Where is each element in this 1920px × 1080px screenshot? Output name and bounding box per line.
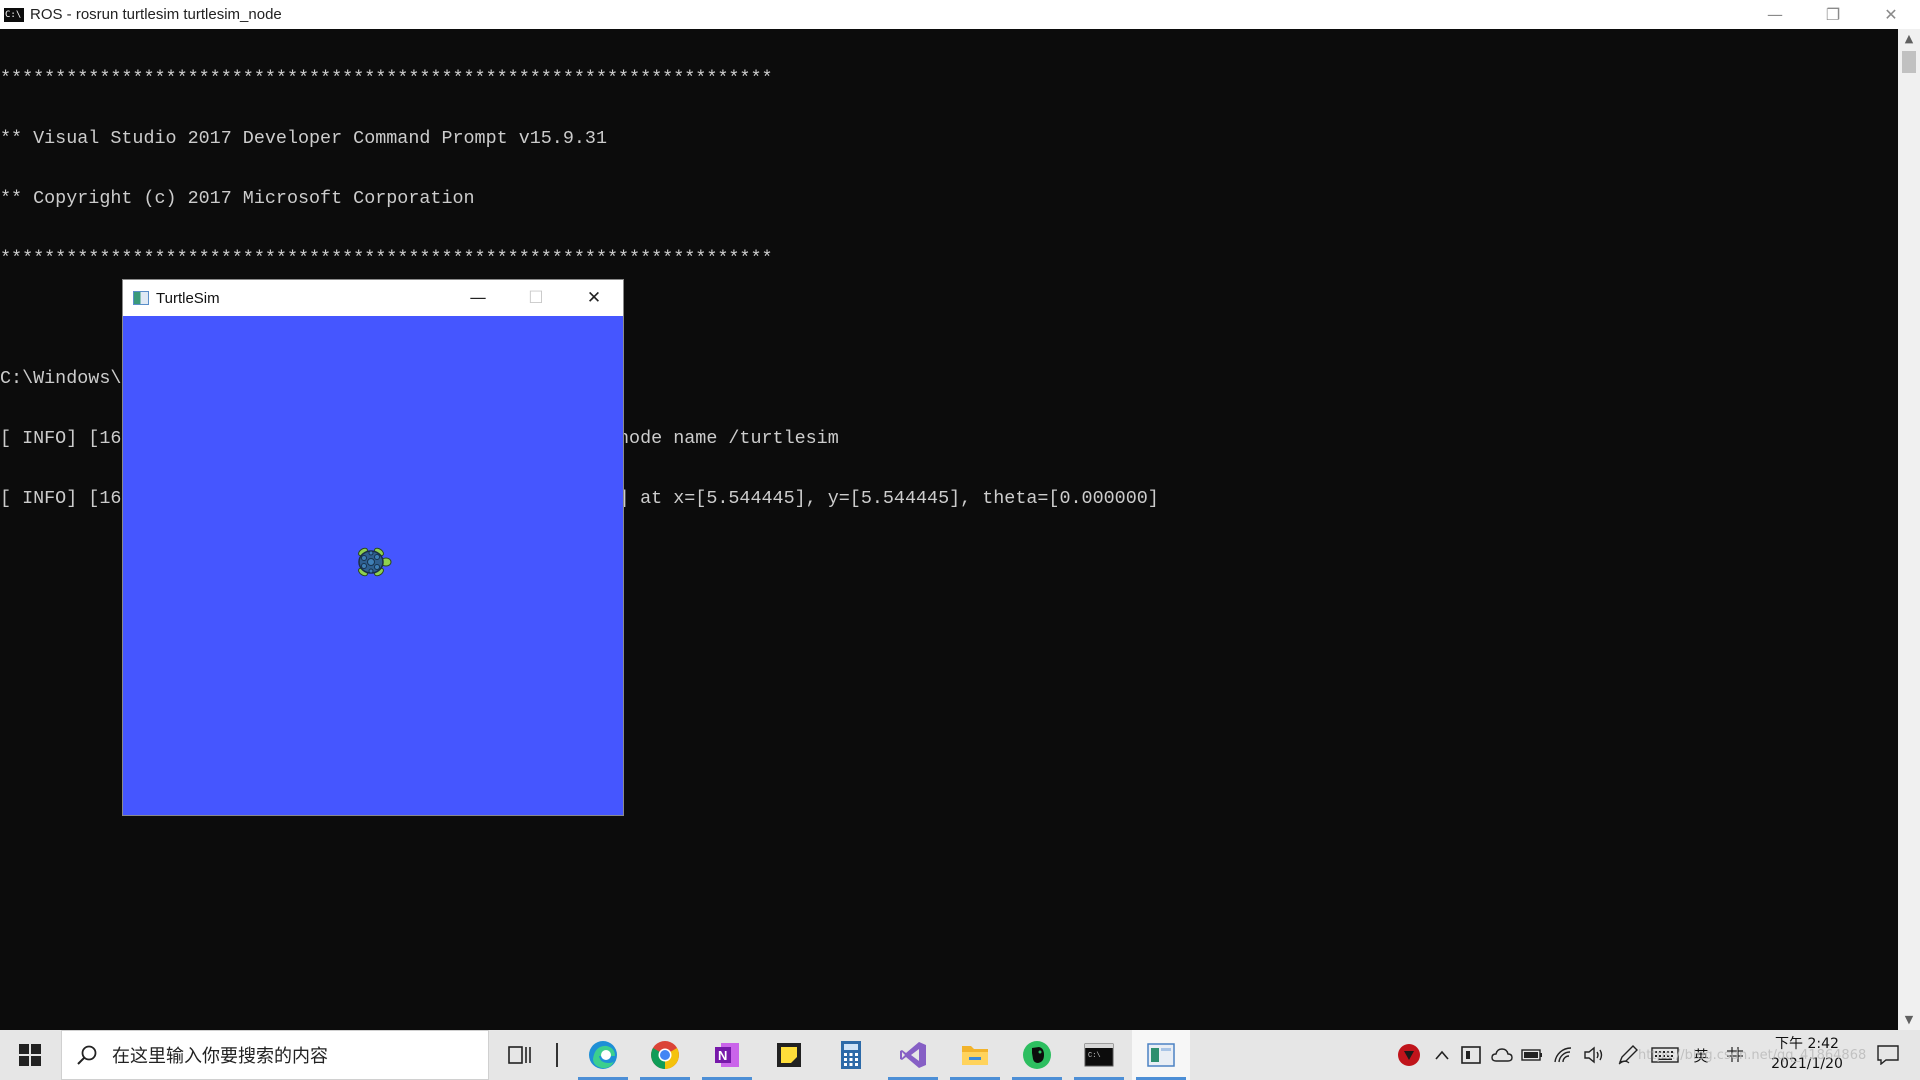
turtlesim-window: TurtleSim — ☐ ✕ — [122, 279, 624, 816]
start-button[interactable] — [0, 1030, 60, 1080]
show-hidden-icons-button[interactable] — [1430, 1030, 1454, 1080]
taskbar-app-sticky-notes[interactable] — [760, 1030, 818, 1080]
taskbar-app-onenote[interactable]: N — [698, 1030, 756, 1080]
wifi-icon — [1554, 1047, 1572, 1063]
taskbar-app-edge[interactable] — [574, 1030, 632, 1080]
task-view-button[interactable] — [491, 1030, 549, 1080]
turtlesim-titlebar[interactable]: TurtleSim — ☐ ✕ — [123, 280, 623, 316]
turtlesim-icon — [1147, 1043, 1175, 1067]
scroll-thumb[interactable] — [1902, 51, 1916, 73]
taskbar-app-chrome[interactable] — [636, 1030, 694, 1080]
task-view-icon — [508, 1046, 531, 1064]
tray-app-red[interactable] — [1394, 1030, 1424, 1080]
turtlesim-canvas — [123, 316, 623, 815]
turtlesim-close-button[interactable]: ✕ — [565, 280, 623, 316]
console-line: ** Copyright (c) 2017 Microsoft Corporat… — [0, 188, 475, 209]
taskbar-app-turtlesim[interactable] — [1132, 1030, 1190, 1080]
taskbar-app-calculator[interactable] — [822, 1030, 880, 1080]
visual-studio-icon — [900, 1042, 926, 1068]
console-line: ** Visual Studio 2017 Developer Command … — [0, 128, 607, 149]
tray-battery[interactable] — [1518, 1030, 1546, 1080]
edge-icon — [589, 1041, 617, 1069]
console-line: ****************************************… — [0, 248, 773, 269]
turtle-icon — [358, 547, 392, 577]
restore-button[interactable]: ❐ — [1804, 0, 1862, 29]
battery-icon — [1521, 1049, 1542, 1061]
media-icon — [1461, 1046, 1481, 1064]
tray-network[interactable] — [1550, 1030, 1578, 1080]
watermark-text: https://blog.csdn.net/qq_41864868 — [1638, 1048, 1867, 1063]
turtlesim-window-title: TurtleSim — [156, 289, 220, 307]
minimize-button[interactable]: — — [1746, 0, 1804, 29]
console-window-title: ROS - rosrun turtlesim turtlesim_node — [30, 6, 282, 23]
calculator-icon — [841, 1041, 861, 1069]
notification-icon — [1877, 1045, 1899, 1065]
onenote-icon: N — [715, 1043, 739, 1067]
sticky-notes-icon — [777, 1043, 801, 1067]
console-scrollbar[interactable]: ▲ ▼ — [1898, 29, 1920, 1030]
turtlesim-window-controls: — ☐ ✕ — [449, 280, 623, 316]
console-window-controls: — ❐ ✕ — [1746, 0, 1920, 29]
turtlesim-app-icon — [133, 291, 149, 305]
speaker-icon — [1584, 1046, 1603, 1064]
scroll-up-icon[interactable]: ▲ — [1898, 29, 1920, 49]
taskbar-app-file-explorer[interactable] — [946, 1030, 1004, 1080]
tray-onedrive[interactable] — [1488, 1030, 1516, 1080]
svg-text:N: N — [718, 1048, 727, 1063]
taskbar-app-command-prompt[interactable]: C:\ — [1070, 1030, 1128, 1080]
chevron-up-icon — [1435, 1050, 1449, 1060]
taskbar-search-box[interactable]: 在这里输入你要搜索的内容 — [61, 1030, 489, 1080]
evernote-icon — [1023, 1041, 1051, 1069]
scroll-down-icon[interactable]: ▼ — [1898, 1010, 1920, 1030]
tray-volume[interactable] — [1580, 1030, 1608, 1080]
close-button[interactable]: ✕ — [1862, 0, 1920, 29]
search-icon — [77, 1045, 97, 1065]
folder-icon — [962, 1046, 988, 1065]
taskbar: 在这里输入你要搜索的内容 N C:\ 英 下午 2:42 2021/1/20 h… — [0, 1030, 1920, 1080]
tray-meet-now[interactable] — [1458, 1030, 1484, 1080]
pen-icon — [1618, 1045, 1638, 1065]
turtlesim-minimize-button[interactable]: — — [449, 280, 507, 316]
taskbar-separator — [556, 1043, 558, 1067]
turtlesim-maximize-button: ☐ — [528, 288, 544, 308]
taskbar-app-evernote[interactable] — [1008, 1030, 1066, 1080]
console-titlebar[interactable]: C:\ ROS - rosrun turtlesim turtlesim_nod… — [0, 0, 1920, 29]
action-center-button[interactable] — [1864, 1030, 1912, 1080]
console-line: ****************************************… — [0, 68, 773, 89]
antivirus-icon — [1398, 1044, 1420, 1066]
console-app-icon: C:\ — [4, 7, 24, 22]
search-placeholder: 在这里输入你要搜索的内容 — [112, 1046, 328, 1067]
taskbar-app-visual-studio[interactable] — [884, 1030, 942, 1080]
svg-text:C:\: C:\ — [1088, 1052, 1101, 1060]
terminal-icon: C:\ — [1084, 1043, 1114, 1067]
chrome-icon — [651, 1041, 679, 1069]
cloud-icon — [1491, 1048, 1513, 1062]
windows-logo-icon — [19, 1044, 41, 1066]
